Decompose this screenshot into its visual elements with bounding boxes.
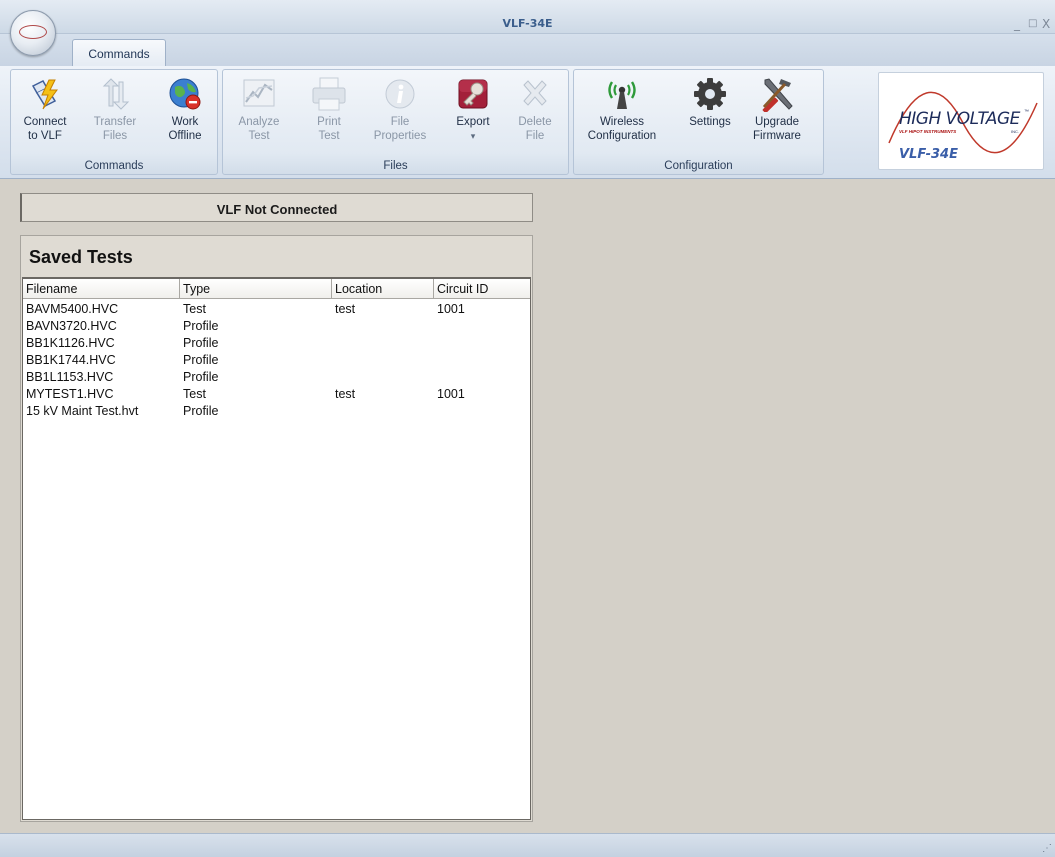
high-voltage-logo: HIGH VOLTAGE ™ VLF HIPOT INSTRUMENTS INC… bbox=[878, 72, 1044, 170]
table-row[interactable]: BB1K1744.HVC Profile bbox=[23, 352, 530, 369]
connect-to-vlf-button[interactable]: Connect to VLF bbox=[15, 76, 75, 156]
delete-file-label: Delete File bbox=[518, 116, 552, 142]
saved-tests-list[interactable]: Filename Type Location Circuit ID BAVM54… bbox=[22, 277, 531, 820]
title-bar: VLF-34E _ □ X bbox=[0, 0, 1055, 34]
wireless-antenna-icon bbox=[604, 76, 640, 112]
cell-filename: BB1L1153.HVC bbox=[26, 370, 114, 384]
logo-brand-text: HIGH VOLTAGE bbox=[899, 109, 1020, 129]
connection-status: VLF Not Connected bbox=[216, 202, 338, 217]
globe-offline-icon bbox=[167, 76, 203, 112]
logo-subtitle: VLF HIPOT INSTRUMENTS bbox=[899, 129, 957, 134]
settings-label: Settings bbox=[689, 116, 731, 128]
cell-filename: BB1K1126.HVC bbox=[26, 336, 115, 350]
table-row[interactable]: BB1L1153.HVC Profile bbox=[23, 369, 530, 386]
cell-location: test bbox=[335, 387, 356, 401]
column-header-filename[interactable]: Filename bbox=[23, 279, 180, 299]
group-label-commands: Commands bbox=[84, 160, 144, 172]
application-menu-button[interactable] bbox=[10, 10, 56, 56]
resize-grip-icon[interactable]: ⋰ bbox=[1042, 843, 1052, 854]
cell-type: Profile bbox=[183, 370, 219, 384]
logo-trademark: ™ bbox=[1024, 109, 1029, 115]
ribbon: Connect to VLF Transfer Files Work Offli… bbox=[0, 66, 1055, 179]
analyze-test-label: Analyze Test bbox=[238, 116, 280, 142]
printer-icon bbox=[311, 76, 347, 112]
export-label: Export bbox=[456, 116, 490, 128]
upgrade-firmware-label: Upgrade Firmware bbox=[753, 116, 801, 142]
export-dropdown-arrow-icon: ▾ bbox=[470, 131, 476, 141]
cell-type: Profile bbox=[183, 319, 219, 333]
cell-filename: BAVM5400.HVC bbox=[26, 302, 119, 316]
cell-type: Test bbox=[183, 387, 206, 401]
cell-type: Profile bbox=[183, 404, 219, 418]
work-offline-button[interactable]: Work Offline bbox=[155, 76, 215, 156]
print-test-button[interactable]: Print Test bbox=[299, 76, 359, 156]
column-header-type[interactable]: Type bbox=[180, 279, 332, 299]
work-offline-label: Work Offline bbox=[168, 116, 202, 142]
cell-filename: 15 kV Maint Test.hvt bbox=[26, 404, 139, 418]
export-key-icon bbox=[455, 76, 491, 112]
wireless-configuration-button[interactable]: Wireless Configuration bbox=[580, 76, 664, 156]
logo-model: VLF-34E bbox=[899, 147, 958, 162]
maximize-button[interactable]: □ bbox=[1028, 18, 1037, 29]
ribbon-group-configuration: Wireless Configuration Settings Upgrade … bbox=[573, 69, 824, 175]
table-row[interactable]: BB1K1126.HVC Profile bbox=[23, 335, 530, 352]
app-logo-icon bbox=[19, 25, 47, 39]
cell-circuit-id: 1001 bbox=[437, 302, 465, 316]
group-label-files: Files bbox=[383, 160, 408, 172]
connect-to-vlf-label: Connect to VLF bbox=[23, 116, 67, 142]
saved-tests-panel: Saved Tests Filename Type Location Circu… bbox=[20, 235, 533, 822]
cell-filename: BAVN3720.HVC bbox=[26, 319, 117, 333]
table-row[interactable]: MYTEST1.HVC Test test 1001 bbox=[23, 386, 530, 403]
cell-filename: BB1K1744.HVC bbox=[26, 353, 116, 367]
group-label-configuration: Configuration bbox=[664, 160, 733, 172]
ribbon-group-commands: Connect to VLF Transfer Files Work Offli… bbox=[10, 69, 218, 175]
hammer-wrench-icon bbox=[759, 76, 795, 114]
export-button[interactable]: Export ▾ bbox=[443, 76, 503, 156]
list-header: Filename Type Location Circuit ID bbox=[23, 279, 530, 299]
column-header-location[interactable]: Location bbox=[332, 279, 434, 299]
column-header-circuit-id[interactable]: Circuit ID bbox=[434, 279, 530, 299]
cell-type: Profile bbox=[183, 336, 219, 350]
transfer-files-label: Transfer Files bbox=[93, 116, 137, 142]
tab-commands[interactable]: Commands bbox=[72, 39, 166, 67]
cell-location: test bbox=[335, 302, 356, 316]
upgrade-firmware-button[interactable]: Upgrade Firmware bbox=[746, 76, 808, 156]
table-row[interactable]: BAVN3720.HVC Profile bbox=[23, 318, 530, 335]
delete-file-button[interactable]: Delete File bbox=[505, 76, 565, 156]
cell-type: Profile bbox=[183, 353, 219, 367]
info-icon bbox=[382, 76, 418, 112]
window-title: VLF-34E bbox=[502, 17, 553, 30]
table-row[interactable]: BAVM5400.HVC Test test 1001 bbox=[23, 301, 530, 318]
settings-button[interactable]: Settings bbox=[680, 76, 740, 156]
file-properties-button[interactable]: File Properties bbox=[365, 76, 435, 156]
analyze-test-button[interactable]: Analyze Test bbox=[229, 76, 289, 156]
cell-filename: MYTEST1.HVC bbox=[26, 387, 114, 401]
transfer-files-button[interactable]: Transfer Files bbox=[85, 76, 145, 156]
table-row[interactable]: 15 kV Maint Test.hvt Profile bbox=[23, 403, 530, 420]
logo-inc: INC. bbox=[1011, 129, 1019, 134]
cell-type: Test bbox=[183, 302, 206, 316]
minimize-button[interactable]: _ bbox=[1014, 17, 1020, 31]
wireless-configuration-label: Wireless Configuration bbox=[587, 116, 657, 142]
saved-tests-title: Saved Tests bbox=[29, 247, 133, 267]
gear-icon bbox=[692, 76, 728, 112]
cell-circuit-id: 1001 bbox=[437, 387, 465, 401]
chart-icon bbox=[241, 76, 277, 112]
lightning-connect-icon bbox=[27, 76, 63, 112]
ribbon-tab-strip: Commands bbox=[0, 34, 1055, 67]
print-test-label: Print Test bbox=[317, 116, 341, 142]
delete-x-icon bbox=[517, 76, 553, 112]
ribbon-group-files: Analyze Test Print Test File Properties … bbox=[222, 69, 569, 175]
status-strip: ⋰ bbox=[0, 833, 1055, 857]
connection-status-box: VLF Not Connected bbox=[20, 193, 533, 222]
transfer-arrows-icon bbox=[97, 76, 133, 112]
file-properties-label: File Properties bbox=[373, 116, 427, 142]
close-button[interactable]: X bbox=[1042, 17, 1050, 31]
